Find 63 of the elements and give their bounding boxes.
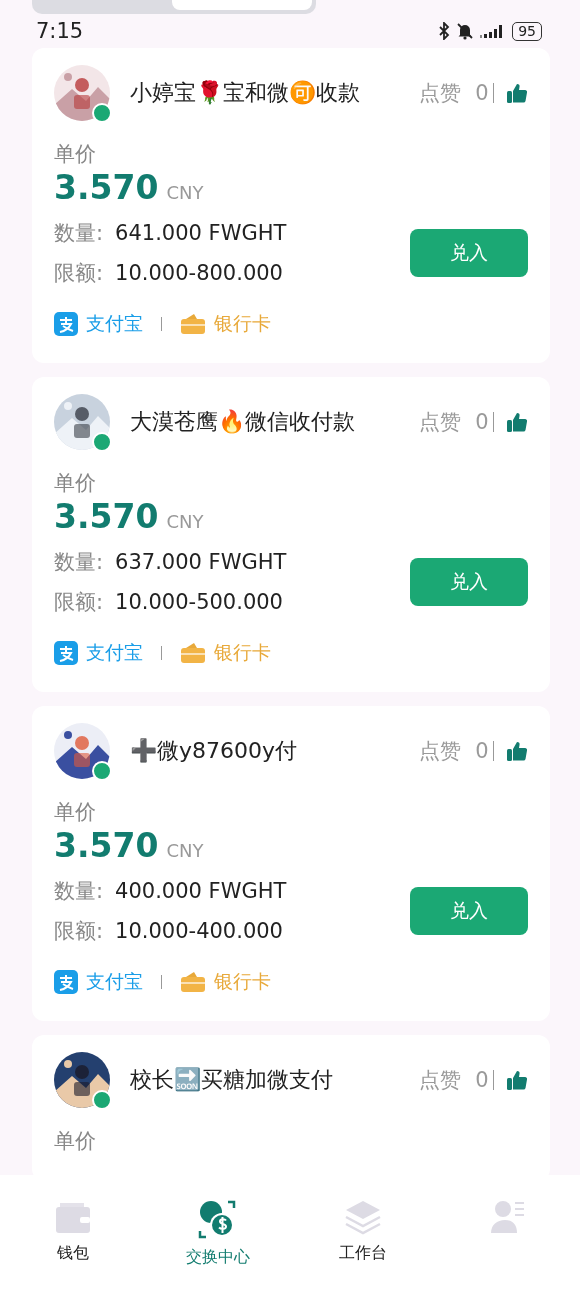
payment-method: 支付宝 <box>86 640 143 665</box>
limit-label: 限额: <box>54 918 104 945</box>
buy-button[interactable]: 兑入 <box>410 886 528 935</box>
status-time: 7:15 <box>36 19 84 43</box>
unit-price-label: 单价 <box>54 1128 97 1155</box>
payment-method: 支付宝 <box>86 969 143 994</box>
nav-tab[interactable]: 工作台 <box>307 1199 418 1264</box>
thumbs-up-icon[interactable] <box>506 740 528 762</box>
card-wallet-icon <box>180 313 206 335</box>
thumbs-up-icon[interactable] <box>506 411 528 433</box>
battery-indicator: 95 <box>512 21 542 41</box>
quantity-label: 数量: <box>54 549 104 576</box>
merchant-name: ➕微y87600y付 <box>130 737 299 765</box>
thumbs-up-icon[interactable] <box>506 82 528 104</box>
thumbs-up-icon[interactable] <box>506 1069 528 1091</box>
currency-label: CNY <box>166 182 204 203</box>
likes-count: 0 <box>475 739 489 763</box>
payment-method: 支付宝 <box>86 311 143 336</box>
merchant-name: 大漠苍鹰🔥微信收付款 <box>130 408 356 436</box>
bluetooth-icon <box>438 22 451 40</box>
currency-label: CNY <box>166 511 204 532</box>
quantity-label: 数量: <box>54 878 104 905</box>
payment-app-icon <box>54 312 78 336</box>
limit-value: 10.000-400.000 <box>115 919 283 943</box>
nav-tab[interactable]: 钱包 <box>17 1199 128 1264</box>
likes-label: 点赞 <box>419 738 462 765</box>
quantity-value: 637.000 FWGHT <box>115 550 287 574</box>
limit-value: 10.000-800.000 <box>115 261 283 285</box>
card-wallet-icon <box>180 971 206 993</box>
payment-app-icon <box>54 641 78 665</box>
payment-method: 银行卡 <box>214 311 271 336</box>
nav-tab[interactable]: 交换中心 <box>162 1199 273 1268</box>
merchant-name: 校长🔜买糖加微支付 <box>130 1066 334 1094</box>
quantity-value: 400.000 FWGHT <box>115 879 287 903</box>
payment-app-icon <box>54 970 78 994</box>
quantity-value: 641.000 FWGHT <box>115 221 287 245</box>
price-value: 3.570 <box>54 826 159 865</box>
buy-button[interactable]: 兑入 <box>410 557 528 606</box>
payment-method: 银行卡 <box>214 640 271 665</box>
limit-value: 10.000-500.000 <box>115 590 283 614</box>
unit-price-label: 单价 <box>54 141 97 168</box>
card-wallet-icon <box>180 642 206 664</box>
unit-price-label: 单价 <box>54 799 97 826</box>
quantity-label: 数量: <box>54 220 104 247</box>
merchant-name: 小婷宝🌹宝和微🉑收款 <box>130 79 361 107</box>
price-value: 3.570 <box>54 168 159 207</box>
dollar-exchange-icon <box>197 1199 238 1239</box>
limit-label: 限额: <box>54 260 104 287</box>
likes-label: 点赞 <box>419 80 462 107</box>
likes-label: 点赞 <box>419 409 462 436</box>
buy-button[interactable]: 兑入 <box>410 228 528 277</box>
likes-count: 0 <box>475 1068 489 1092</box>
muted-bell-icon <box>456 22 475 40</box>
likes-count: 0 <box>475 81 489 105</box>
profile-icon <box>488 1199 527 1235</box>
payment-method: 银行卡 <box>214 969 271 994</box>
layers-icon <box>343 1199 382 1235</box>
likes-count: 0 <box>475 410 489 434</box>
price-value: 3.570 <box>54 497 159 536</box>
limit-label: 限额: <box>54 589 104 616</box>
likes-label: 点赞 <box>419 1067 462 1094</box>
unit-price-label: 单价 <box>54 470 97 497</box>
currency-label: CNY <box>166 840 204 861</box>
